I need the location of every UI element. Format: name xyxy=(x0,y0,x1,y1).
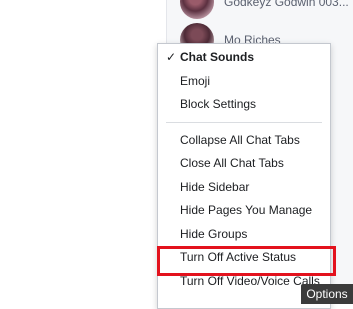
menu-item-hide-pages-you-manage[interactable]: Hide Pages You Manage xyxy=(158,199,330,223)
options-menu: ✓ Chat Sounds Emoji Block Settings Colla… xyxy=(157,43,331,309)
menu-item-close-all-chat-tabs[interactable]: Close All Chat Tabs xyxy=(158,152,330,176)
menu-item-label: Hide Pages You Manage xyxy=(180,203,313,217)
menu-item-label: Block Settings xyxy=(180,97,257,111)
menu-item-emoji[interactable]: Emoji xyxy=(158,70,330,94)
checkmark-icon: ✓ xyxy=(166,50,177,64)
contact-item[interactable]: Godkeyz Godwin 003... xyxy=(180,0,349,19)
menu-item-hide-sidebar[interactable]: Hide Sidebar xyxy=(158,176,330,200)
avatar xyxy=(180,0,214,19)
menu-item-label: Emoji xyxy=(180,73,211,88)
menu-item-label: Close All Chat Tabs xyxy=(180,156,284,170)
menu-item-collapse-all-chat-tabs[interactable]: Collapse All Chat Tabs xyxy=(158,129,330,153)
menu-item-label: Chat Sounds xyxy=(180,50,254,64)
page: Godkeyz Godwin 003... Mo Riches ✓ Chat S… xyxy=(0,0,353,309)
contact-name: Godkeyz Godwin 003... xyxy=(224,0,349,9)
menu-item-label: Turn Off Video/Voice Calls xyxy=(180,273,320,288)
menu-item-label: Hide Sidebar xyxy=(180,179,250,194)
options-tooltip: Options xyxy=(301,284,353,304)
menu-separator xyxy=(166,121,322,123)
menu-item-chat-sounds[interactable]: ✓ Chat Sounds xyxy=(158,46,330,70)
menu-item-hide-groups[interactable]: Hide Groups xyxy=(158,223,330,247)
menu-item-label: Turn Off Active Status xyxy=(180,250,297,264)
menu-item-turn-off-active-status[interactable]: Turn Off Active Status xyxy=(158,246,330,270)
menu-item-block-settings[interactable]: Block Settings xyxy=(158,93,330,117)
menu-item-label: Collapse All Chat Tabs xyxy=(180,132,300,147)
menu-item-label: Hide Groups xyxy=(180,226,248,241)
